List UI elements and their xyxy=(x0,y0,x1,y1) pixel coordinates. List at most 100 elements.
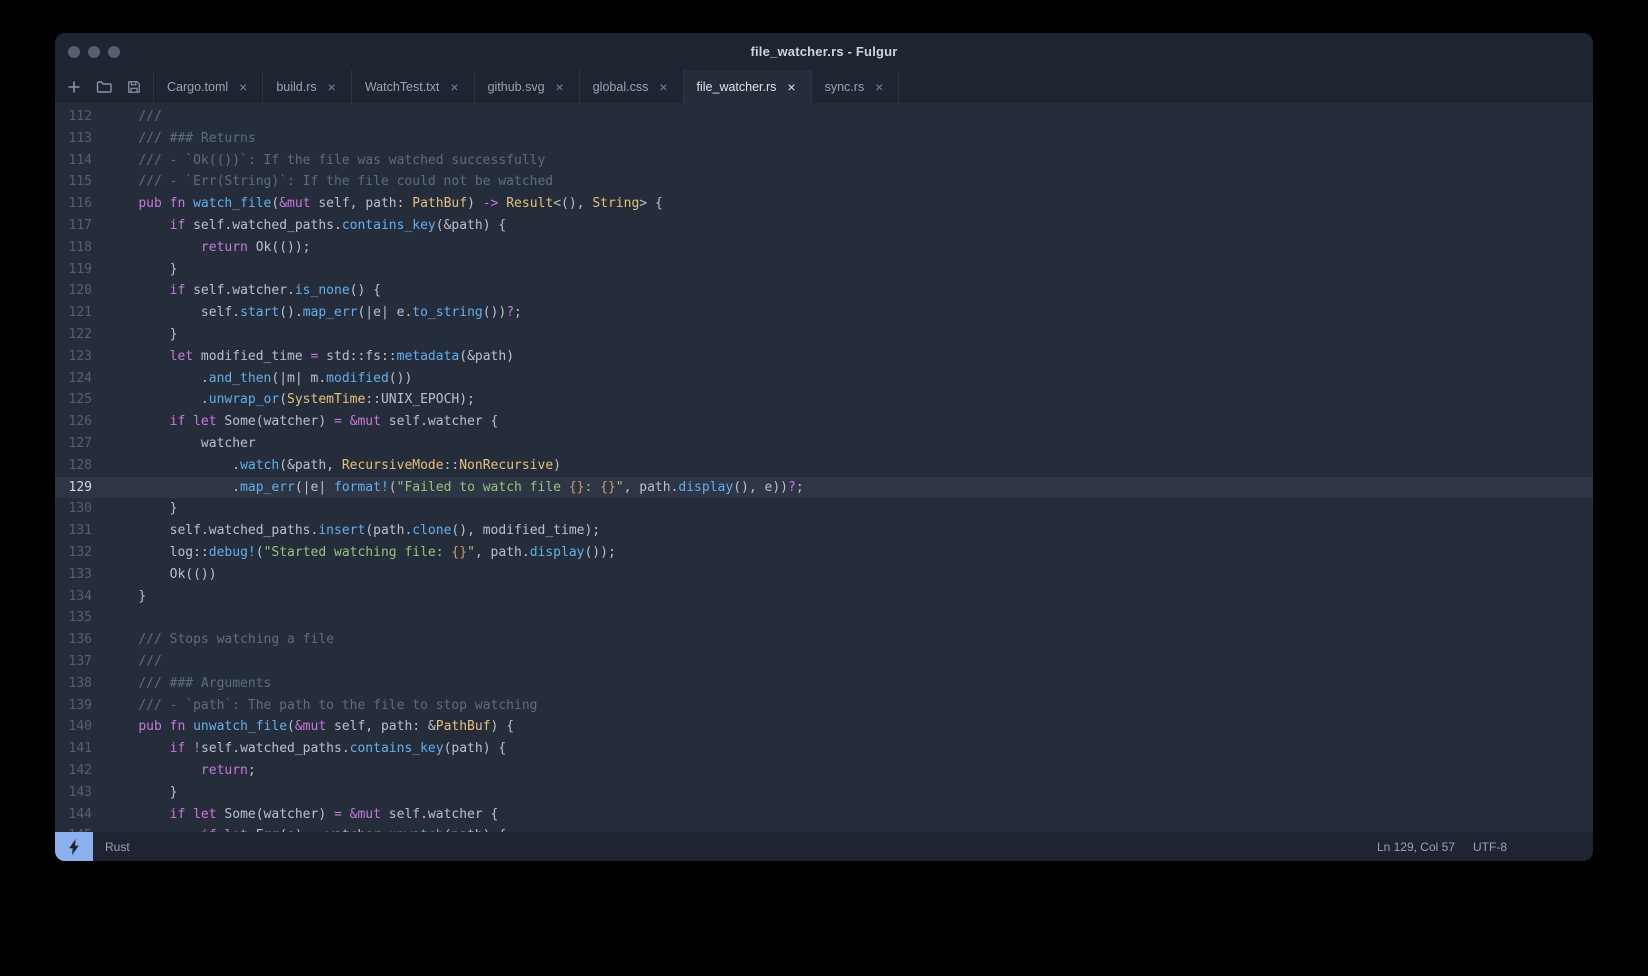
code-line-136[interactable]: 136 /// Stops watching a file xyxy=(55,629,1593,651)
code-text: .unwrap_or(SystemTime::UNIX_EPOCH); xyxy=(92,389,475,411)
code-line-117[interactable]: 117 if self.watched_paths.contains_key(&… xyxy=(55,215,1593,237)
code-line-119[interactable]: 119 } xyxy=(55,259,1593,281)
code-line-114[interactable]: 114 /// - `Ok(())`: If the file was watc… xyxy=(55,150,1593,172)
token: watch xyxy=(240,457,280,473)
tab-global-css[interactable]: global.css × xyxy=(580,70,684,103)
code-line-116[interactable]: 116 pub fn watch_file(&mut self, path: P… xyxy=(55,193,1593,215)
code-text: let modified_time = std::fs::metadata(&p… xyxy=(92,346,514,368)
code-line-137[interactable]: 137 /// xyxy=(55,651,1593,673)
tab-close-icon[interactable]: × xyxy=(785,79,797,95)
tab-close-icon[interactable]: × xyxy=(237,79,249,95)
token: /// - `path`: The path to the file to st… xyxy=(138,697,538,713)
token: () { xyxy=(349,283,381,299)
code-line-120[interactable]: 120 if self.watcher.is_none() { xyxy=(55,280,1593,302)
code-line-127[interactable]: 127 watcher xyxy=(55,433,1593,455)
tab-close-icon[interactable]: × xyxy=(873,79,885,95)
code-line-144[interactable]: 144 if let Some(watcher) = &mut self.wat… xyxy=(55,804,1593,826)
code-line-124[interactable]: 124 .and_then(|m| m.modified()) xyxy=(55,368,1593,390)
code-line-115[interactable]: 115 /// - `Err(String)`: If the file cou… xyxy=(55,171,1593,193)
code-line-141[interactable]: 141 if !self.watched_paths.contains_key(… xyxy=(55,738,1593,760)
code-text: return; xyxy=(92,760,256,782)
code-line-142[interactable]: 142 return; xyxy=(55,760,1593,782)
token: std::fs:: xyxy=(318,348,397,364)
tab-file-watcher-rs[interactable]: file_watcher.rs × xyxy=(683,70,812,103)
line-number: 127 xyxy=(68,435,92,451)
language-indicator[interactable]: Rust xyxy=(105,840,130,854)
open-file-button[interactable] xyxy=(91,75,117,99)
token: . xyxy=(232,457,241,473)
encoding-indicator[interactable]: UTF-8 xyxy=(1473,840,1507,854)
code-line-129[interactable]: 129 .map_err(|e| format!("Failed to watc… xyxy=(55,476,1593,499)
new-tab-button[interactable] xyxy=(61,75,87,99)
tab-close-icon[interactable]: × xyxy=(326,79,338,95)
token: ( xyxy=(255,544,264,560)
token: :: xyxy=(443,457,460,473)
code-line-140[interactable]: 140 pub fn unwatch_file(&mut self, path:… xyxy=(55,716,1593,738)
code-line-123[interactable]: 123 let modified_time = std::fs::metadat… xyxy=(55,346,1593,368)
token: ! xyxy=(193,741,201,757)
line-number: 140 xyxy=(68,719,92,735)
code-line-134[interactable]: 134 } xyxy=(55,586,1593,608)
tab-watchtest-txt[interactable]: WatchTest.txt × xyxy=(352,70,475,103)
close-window-button[interactable] xyxy=(68,45,80,58)
line-number: 116 xyxy=(68,196,92,212)
code-line-143[interactable]: 143 } xyxy=(55,782,1593,804)
token: pub fn xyxy=(138,719,194,735)
token: (|e| xyxy=(294,479,334,495)
token: /// - `Err(String)`: If the file could n… xyxy=(138,174,554,190)
tab-close-icon[interactable]: × xyxy=(657,79,669,95)
code-line-139[interactable]: 139 /// - `path`: The path to the file t… xyxy=(55,695,1593,717)
code-text: if let Some(watcher) = &mut self.watcher… xyxy=(92,804,499,826)
token: NonRecursive xyxy=(459,457,554,473)
token: . xyxy=(232,479,241,495)
token: map_err xyxy=(240,479,295,495)
tab-sync-rs[interactable]: sync.rs × xyxy=(812,70,900,103)
code-line-145[interactable]: 145 if let Err(e) = watcher.unwatch(path… xyxy=(55,825,1593,832)
token: &mut xyxy=(294,719,327,735)
token: (&path) { xyxy=(435,217,507,233)
code-text: } xyxy=(92,782,178,804)
token: "Started watching file: xyxy=(263,544,452,560)
tab-build-rs[interactable]: build.rs × xyxy=(263,70,352,103)
code-line-126[interactable]: 126 if let Some(watcher) = &mut self.wat… xyxy=(55,411,1593,433)
code-line-122[interactable]: 122 } xyxy=(55,324,1593,346)
line-number: 114 xyxy=(68,152,92,168)
token: ()); xyxy=(584,544,616,560)
token: if xyxy=(169,217,186,233)
code-text: /// - `path`: The path to the file to st… xyxy=(92,695,537,717)
code-line-131[interactable]: 131 self.watched_paths.insert(path.clone… xyxy=(55,520,1593,542)
line-number: 143 xyxy=(68,784,92,800)
code-line-113[interactable]: 113 /// ### Returns xyxy=(55,128,1593,150)
code-line-132[interactable]: 132 log::debug!("Started watching file: … xyxy=(55,542,1593,564)
code-line-138[interactable]: 138 /// ### Arguments xyxy=(55,673,1593,695)
code-editor[interactable]: 112 ///113 /// ### Returns 114 /// - `Ok(… xyxy=(55,103,1593,832)
tab-label: WatchTest.txt xyxy=(364,79,440,94)
code-line-133[interactable]: 133 Ok(()) xyxy=(55,564,1593,586)
tab-close-icon[interactable]: × xyxy=(448,79,460,95)
tab-close-icon[interactable]: × xyxy=(554,79,566,95)
code-line-121[interactable]: 121 self.start().map_err(|e| e.to_string… xyxy=(55,302,1593,324)
minimize-window-button[interactable] xyxy=(88,45,100,58)
code-line-125[interactable]: 125 .unwrap_or(SystemTime::UNIX_EPOCH); xyxy=(55,389,1593,411)
token: , path. xyxy=(623,479,679,495)
code-line-118[interactable]: 118 return Ok(()); xyxy=(55,237,1593,259)
cursor-position[interactable]: Ln 129, Col 57 xyxy=(1377,840,1455,854)
tab-cargo-toml[interactable]: Cargo.toml × xyxy=(154,70,264,103)
save-file-button[interactable] xyxy=(121,75,147,99)
code-line-130[interactable]: 130 } xyxy=(55,498,1593,520)
code-line-128[interactable]: 128 .watch(&path, RecursiveMode::NonRecu… xyxy=(55,455,1593,477)
line-number: 133 xyxy=(68,566,92,582)
zoom-window-button[interactable] xyxy=(108,45,120,58)
token: : xyxy=(584,479,601,495)
token: = xyxy=(334,806,342,822)
code-line-135[interactable]: 135 xyxy=(55,607,1593,629)
tab-github-svg[interactable]: github.svg × xyxy=(475,70,580,103)
token: &mut xyxy=(349,806,381,822)
token: (|e| e. xyxy=(357,305,413,321)
app-status-button[interactable] xyxy=(55,832,93,861)
token: display xyxy=(529,544,585,560)
code-line-112[interactable]: 112 /// xyxy=(55,106,1593,128)
code-text: self.start().map_err(|e| e.to_string())?… xyxy=(92,302,522,324)
